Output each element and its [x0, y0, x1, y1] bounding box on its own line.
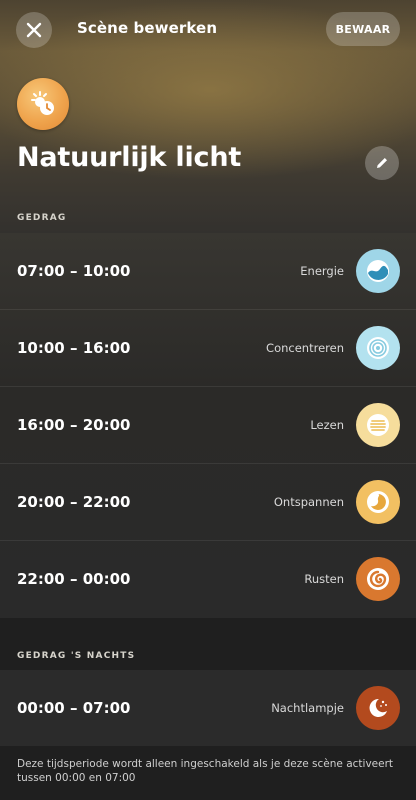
behavior-label: Concentreren [266, 341, 344, 355]
time-range: 07:00 – 10:00 [17, 262, 131, 280]
close-icon [26, 22, 42, 38]
night-footnote: Deze tijdsperiode wordt alleen ingeschak… [17, 758, 394, 784]
relax-icon [367, 491, 389, 513]
behavior-bubble[interactable] [356, 686, 400, 730]
behavior-bubble[interactable] [356, 249, 400, 293]
time-range: 22:00 – 00:00 [17, 570, 131, 588]
read-icon [367, 414, 389, 436]
behavior-bubble[interactable] [356, 403, 400, 447]
time-range: 00:00 – 07:00 [17, 699, 131, 717]
list-item[interactable]: 07:00 – 10:00 Energie [0, 233, 416, 310]
list-item[interactable]: 16:00 – 20:00 Lezen [0, 387, 416, 464]
save-button[interactable]: BEWAAR [326, 12, 400, 46]
sun-clock-icon [31, 91, 54, 115]
behavior-label: Energie [300, 264, 344, 278]
behavior-bubble[interactable] [356, 557, 400, 601]
top-bar: Scène bewerken BEWAAR [0, 0, 416, 58]
behavior-label: Ontspannen [273, 495, 344, 509]
behavior-bubble[interactable] [356, 326, 400, 370]
list-item[interactable]: 20:00 – 22:00 Ontspannen [0, 464, 416, 541]
concentrate-icon [367, 337, 389, 359]
list-item[interactable]: 22:00 – 00:00 Rusten [0, 541, 416, 618]
nightlight-icon [369, 698, 387, 717]
edit-name-button[interactable] [365, 146, 399, 180]
scene-name[interactable]: Natuurlijk licht [17, 142, 241, 173]
page-title: Scène bewerken [77, 19, 218, 37]
pencil-icon [377, 158, 387, 168]
night-section-label: GEDRAG 'S NACHTS [17, 651, 136, 661]
behavior-label: Lezen [310, 418, 344, 432]
list-item[interactable]: 10:00 – 16:00 Concentreren [0, 310, 416, 387]
time-range: 16:00 – 20:00 [17, 416, 131, 434]
time-range: 20:00 – 22:00 [17, 493, 131, 511]
behavior-list: 07:00 – 10:00 Energie 10:00 – 16:00 Conc… [0, 233, 416, 618]
list-item[interactable]: 00:00 – 07:00 Nachtlampje [0, 670, 416, 747]
close-button[interactable] [16, 12, 52, 48]
energize-icon [367, 260, 389, 282]
scene-icon [17, 78, 69, 130]
rest-icon [367, 568, 389, 590]
behavior-section-label: GEDRAG [17, 213, 67, 223]
behavior-label: Rusten [304, 572, 344, 586]
time-range: 10:00 – 16:00 [17, 339, 131, 357]
night-behavior-list: 00:00 – 07:00 Nachtlampje [0, 670, 416, 746]
behavior-label: Nachtlampje [271, 701, 344, 715]
section-divider [0, 618, 416, 670]
behavior-bubble[interactable] [356, 480, 400, 524]
